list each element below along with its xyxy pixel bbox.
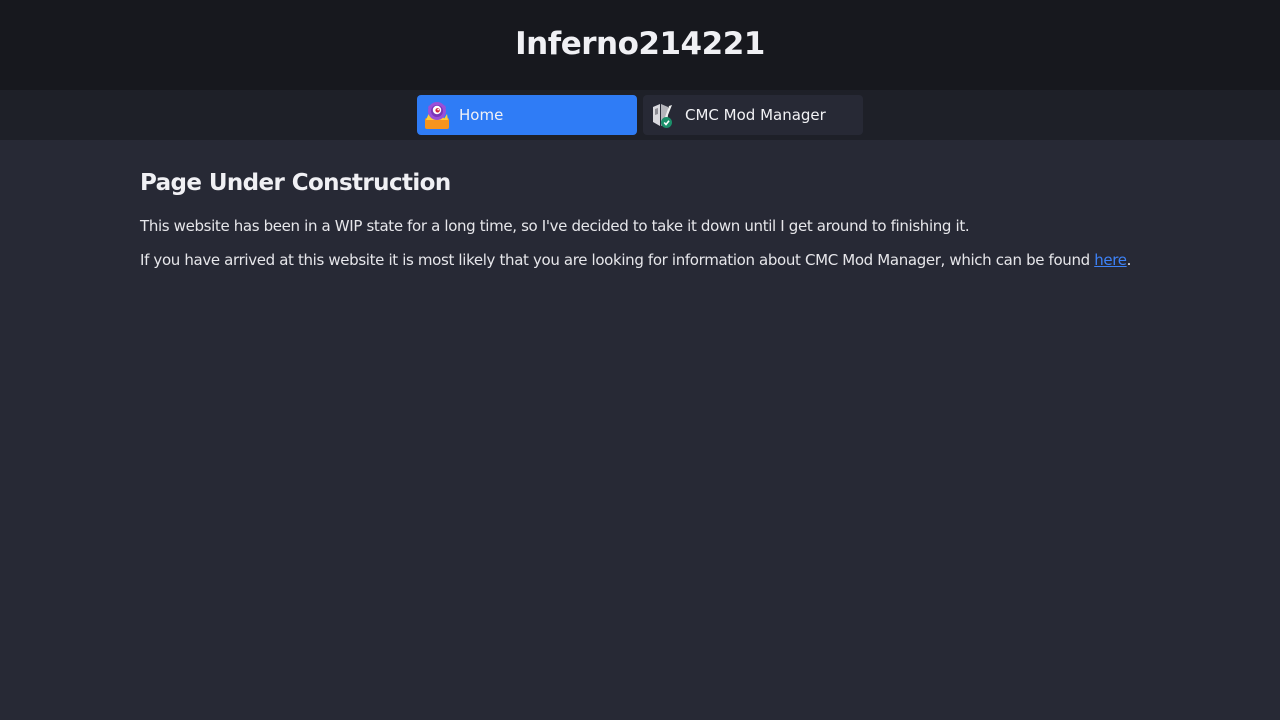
main-content: Page Under Construction This website has… bbox=[0, 140, 1280, 270]
cmc-info-period: . bbox=[1126, 251, 1132, 269]
page-heading: Page Under Construction bbox=[140, 170, 451, 196]
site-title: Inferno214221 bbox=[515, 25, 765, 62]
cmc-info-paragraph: If you have arrived at this website it i… bbox=[140, 250, 1140, 270]
nav-bar: Home CMC Mod Manager bbox=[0, 90, 1280, 140]
tab-home-label: Home bbox=[459, 106, 504, 124]
cmc-info-text: If you have arrived at this website it i… bbox=[140, 251, 1095, 269]
tab-cmc-mod-manager-label: CMC Mod Manager bbox=[685, 106, 826, 124]
site-header: Inferno214221 bbox=[0, 0, 1280, 90]
here-link[interactable]: here bbox=[1094, 251, 1127, 269]
inferno-fire-icon bbox=[422, 100, 452, 130]
tab-cmc-mod-manager[interactable]: CMC Mod Manager bbox=[643, 95, 863, 135]
wip-notice-paragraph: This website has been in a WIP state for… bbox=[140, 217, 970, 235]
tab-home[interactable]: Home bbox=[417, 95, 637, 135]
cmc-mod-manager-icon bbox=[648, 100, 678, 130]
